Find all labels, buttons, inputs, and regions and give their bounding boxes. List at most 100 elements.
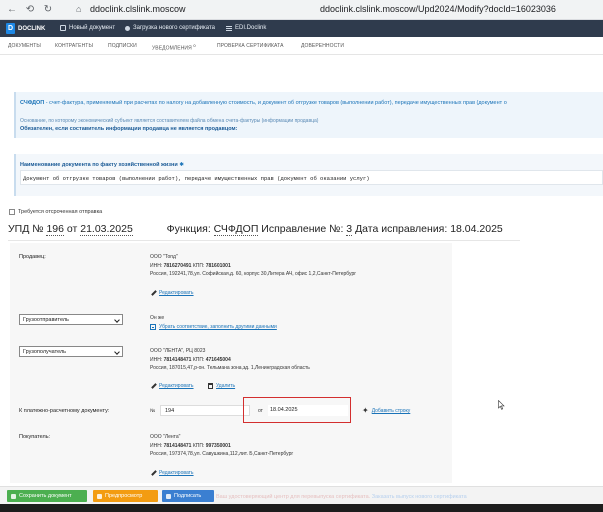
payment-date-label: от <box>258 408 263 414</box>
doc-number[interactable]: 196 <box>46 223 64 236</box>
reload-icon[interactable]: ↻ <box>42 4 54 16</box>
trash-icon <box>208 383 213 389</box>
add-row-link[interactable]: ✦ Добавить строку <box>362 406 410 415</box>
seller-edit-label: Редактировать <box>159 290 194 296</box>
minus-square-icon <box>150 324 156 330</box>
nav-powers-of-attorney[interactable]: ДОВЕРЕННОСТИ <box>301 43 344 49</box>
shipper-select[interactable]: Грузоотправитель <box>19 314 123 325</box>
doc-from: от <box>66 223 78 235</box>
new-document-link[interactable]: Новый документ <box>60 25 115 31</box>
doc-prefix: УПД № <box>8 223 44 235</box>
pencil-icon <box>150 383 156 389</box>
preview-label: Предпросмотр <box>105 493 143 499</box>
nav-notifications[interactable]: УВЕДОМЛЕНИЯ 0 <box>152 43 196 52</box>
certificate-hint-text: Ваш удостоверяющий центр для перевыпуска… <box>216 494 371 500</box>
buyer-edit-link[interactable]: Редактировать <box>150 470 194 476</box>
buyer-name: ООО "Лента" <box>150 434 181 440</box>
sign-button[interactable]: Подписать <box>162 490 214 502</box>
deferred-send-row[interactable]: Требуется отсроченная отправка <box>9 209 102 215</box>
correction-number[interactable]: 3 <box>346 223 353 236</box>
save-document-label: Сохранить документ <box>19 493 72 499</box>
buyer-kpp: 997350001 <box>205 443 231 449</box>
parties-form <box>10 243 452 483</box>
nav-certificate-check[interactable]: ПРОВЕРКА СЕРТИФИКАТА <box>217 43 284 49</box>
deferred-send-label: Требуется отсроченная отправка <box>18 209 103 215</box>
mouse-cursor-icon <box>498 400 505 410</box>
edi-doclink-label: EDI.Doclink <box>235 25 267 31</box>
history-icon[interactable]: ⟲ <box>24 4 36 16</box>
plus-icon: ✦ <box>362 406 369 415</box>
consignee-delete-link[interactable]: Удалить <box>208 383 235 389</box>
address-bar[interactable]: ddoclink.clslink.moscow <box>90 4 186 14</box>
function-info-panel: СЧФДОП - счет-фактура, применяемый при р… <box>14 92 603 138</box>
doc-date[interactable]: 21.03.2025 <box>80 223 133 236</box>
divider <box>8 240 520 241</box>
status-strip <box>0 504 603 512</box>
buyer-edit-label: Редактировать <box>159 470 194 476</box>
shipper-remove-link[interactable]: Убрать соответствие, заполнить другими д… <box>150 324 277 330</box>
document-name-input[interactable]: Документ об отгрузке товаров (выполнении… <box>20 170 603 185</box>
buyer-label: Покупатель: <box>19 434 51 440</box>
consignee-delete-label: Удалить <box>216 383 236 389</box>
browser-toolbar: ← ⟲ ↻ ⌂ ddoclink.clslink.moscow ddoclink… <box>0 0 603 20</box>
buyer-inn-label: ИНН: <box>150 443 163 449</box>
consignee-inn-kpp: ИНН: 7814148471 КПП: 471645004 <box>150 357 231 363</box>
nav-subscriptions[interactable]: ПОДПИСКИ <box>108 43 137 49</box>
correction-date[interactable]: 18.04.2025 <box>450 223 503 235</box>
buyer-inn-kpp: ИНН: 7814148471 КПП: 997350001 <box>150 443 231 449</box>
seller-edit-link[interactable]: Редактировать <box>150 290 194 296</box>
chevron-down-icon <box>114 317 120 323</box>
new-document-label: Новый документ <box>69 25 116 31</box>
arrow-left-icon[interactable]: ← <box>6 4 18 16</box>
main-nav: ДОКУМЕНТЫ КОНТРАГЕНТЫ ПОДПИСКИ УВЕДОМЛЕН… <box>0 37 603 55</box>
function-value[interactable]: СЧФДОП <box>213 223 259 236</box>
notifications-count: 0 <box>193 43 196 48</box>
brand-logo[interactable]: D DOCLINK <box>6 23 45 34</box>
consignee-kpp: 471645004 <box>205 357 231 363</box>
pencil-icon <box>150 470 156 476</box>
shipper-remove-label: Убрать соответствие, заполнить другими д… <box>159 324 277 330</box>
consignee-address: Россия, 187015,47,р-он. Тельмана зона,зд… <box>150 365 310 371</box>
gear-icon <box>125 25 130 31</box>
shipper-same: Он же <box>150 315 165 321</box>
consignee-edit-label: Редактировать <box>159 383 194 389</box>
edi-doclink-link[interactable]: EDI.Doclink <box>226 25 266 31</box>
seller-name: ООО "Топд" <box>150 254 178 260</box>
signature-icon <box>166 493 171 499</box>
correction-date-label: Дата исправления: <box>355 223 448 235</box>
save-document-button[interactable]: Сохранить документ <box>7 490 87 502</box>
document-heading: УПД № 196 от 21.03.2025 Функция: СЧФДОП … <box>8 223 503 236</box>
document-name-label-text: Наименование документа по факту хозяйств… <box>20 162 178 168</box>
nav-documents[interactable]: ДОКУМЕНТЫ <box>8 43 41 49</box>
order-certificate-link[interactable]: Заказать выпуск нового сертификата <box>372 494 467 500</box>
seller-kpp-label: КПП: <box>192 263 205 269</box>
chevron-down-icon <box>114 349 120 355</box>
address-full-url[interactable]: ddoclink.clslink.moscow/Upd2024/Modify?d… <box>320 4 556 14</box>
consignee-kpp-label: КПП: <box>192 357 205 363</box>
payment-date-input[interactable]: 18.04.2025 <box>268 405 348 416</box>
sign-label: Подписать <box>174 493 202 499</box>
document-icon <box>60 25 66 31</box>
function-text: - счет-фактура, применяемый при расчетах… <box>44 100 507 106</box>
consignee-edit-link[interactable]: Редактировать <box>150 383 194 389</box>
consignee-select-value: Грузополучатель <box>23 349 67 355</box>
payment-number-input[interactable]: 194 <box>160 405 250 416</box>
upload-certificate-label: Загрузка нового сертификата <box>133 25 216 31</box>
brand-name: DOCLINK <box>18 25 46 32</box>
deferred-send-checkbox[interactable] <box>9 209 15 215</box>
consignee-name: ООО "ЛЕНТА", РЦ 8023 <box>150 348 206 354</box>
upload-certificate-link[interactable]: Загрузка нового сертификата <box>125 25 215 31</box>
seller-address: Россия, 192241,78,ул. Софийская,д. 60, к… <box>150 271 357 277</box>
save-icon <box>11 493 16 499</box>
consignee-inn-label: ИНН: <box>150 357 163 363</box>
consignee-select[interactable]: Грузополучатель <box>19 346 123 357</box>
nav-counterparties[interactable]: КОНТРАГЕНТЫ <box>55 43 93 49</box>
seller-inn-kpp: ИНН: 7816270491 КПП: 781601001 <box>150 263 231 269</box>
doclink-logo-icon: D <box>6 23 15 34</box>
lock-icon[interactable]: ⌂ <box>76 4 81 14</box>
consignee-inn: 7814148471 <box>163 357 192 363</box>
menu-icon <box>226 27 232 29</box>
buyer-inn: 7814148471 <box>163 443 192 449</box>
document-name-label: Наименование документа по факту хозяйств… <box>20 162 184 168</box>
preview-button[interactable]: Предпросмотр <box>93 490 158 502</box>
